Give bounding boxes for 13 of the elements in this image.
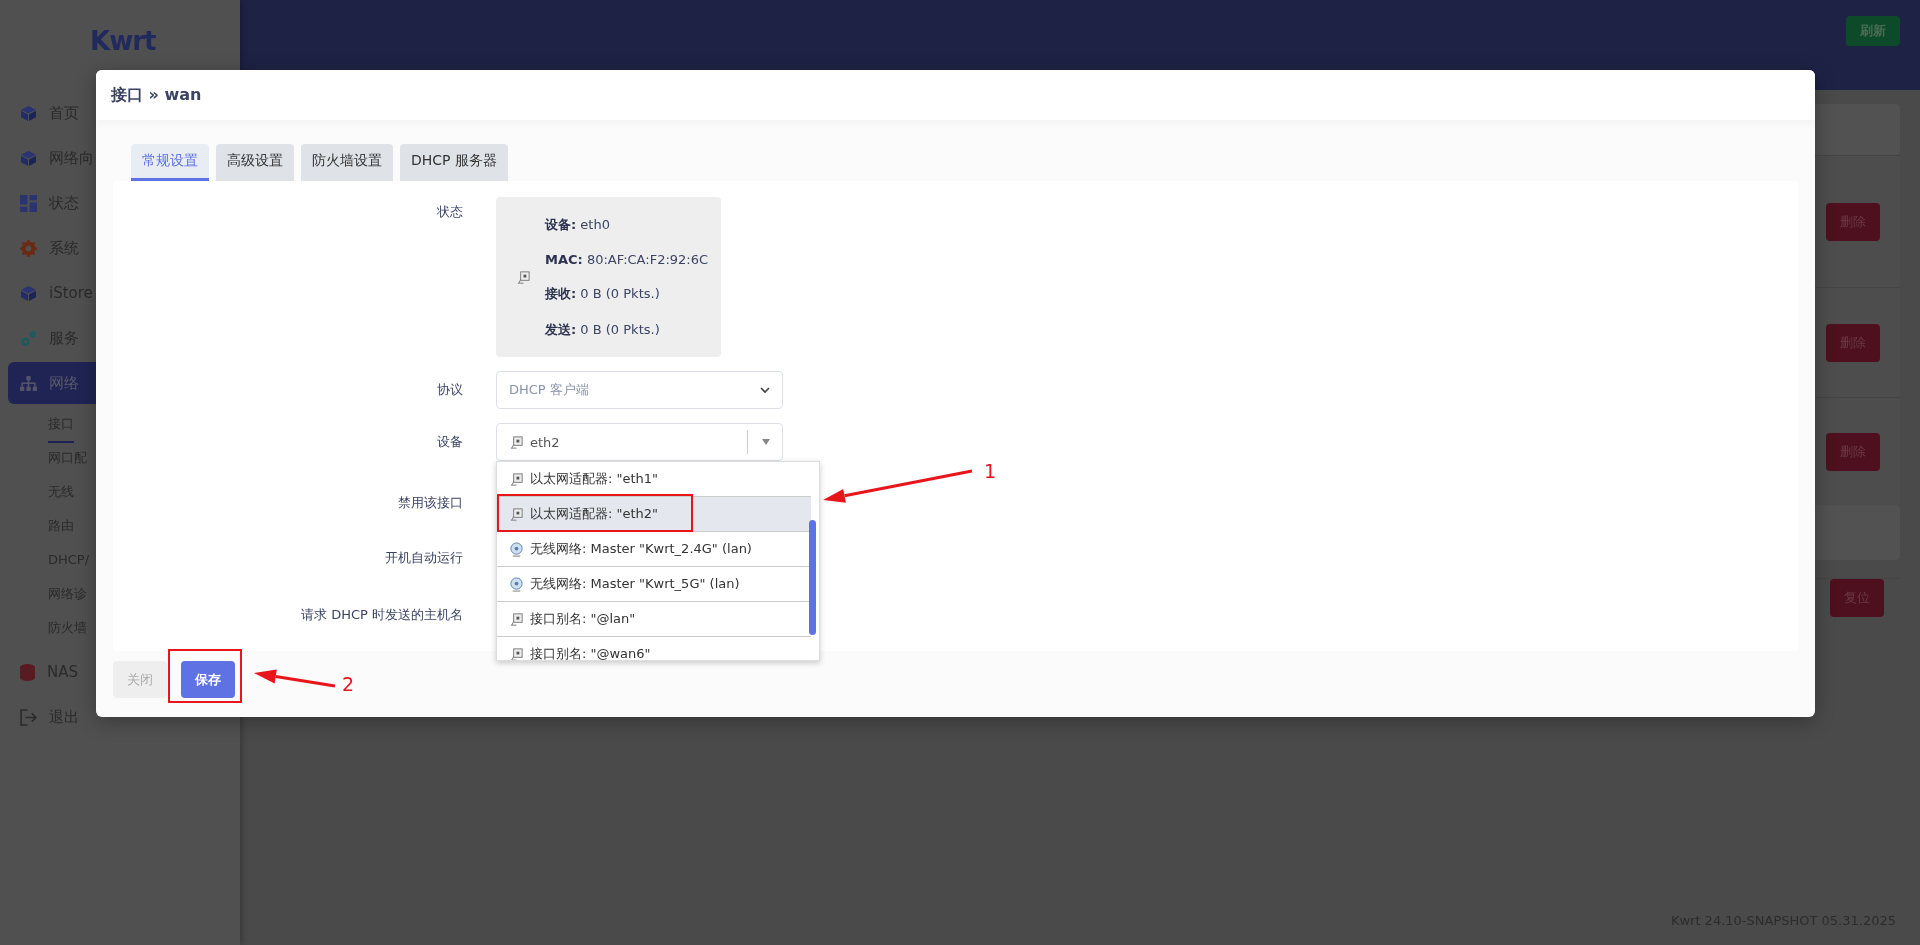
dialog-title: 接口 » wan: [111, 84, 202, 106]
field-label: 禁用该接口: [398, 493, 463, 512]
status-text: MAC: 80:AF:CA:F2:92:6C: [545, 251, 709, 267]
annotation-number: 2: [342, 673, 355, 695]
field-label: 设备: [437, 433, 463, 451]
field-label: 状态: [437, 203, 463, 221]
status-text: 设备: eth0: [545, 215, 611, 234]
field-label: 协议: [437, 381, 463, 399]
status-text: 接收: 0 B (0 Pkts.): [545, 284, 661, 303]
annotation-number: 1: [984, 460, 997, 482]
field-label: 开机自动运行: [385, 548, 463, 567]
field-label: 请求 DHCP 时发送的主机名: [301, 606, 463, 624]
status-text: 发送: 0 B (0 Pkts.): [545, 320, 661, 339]
